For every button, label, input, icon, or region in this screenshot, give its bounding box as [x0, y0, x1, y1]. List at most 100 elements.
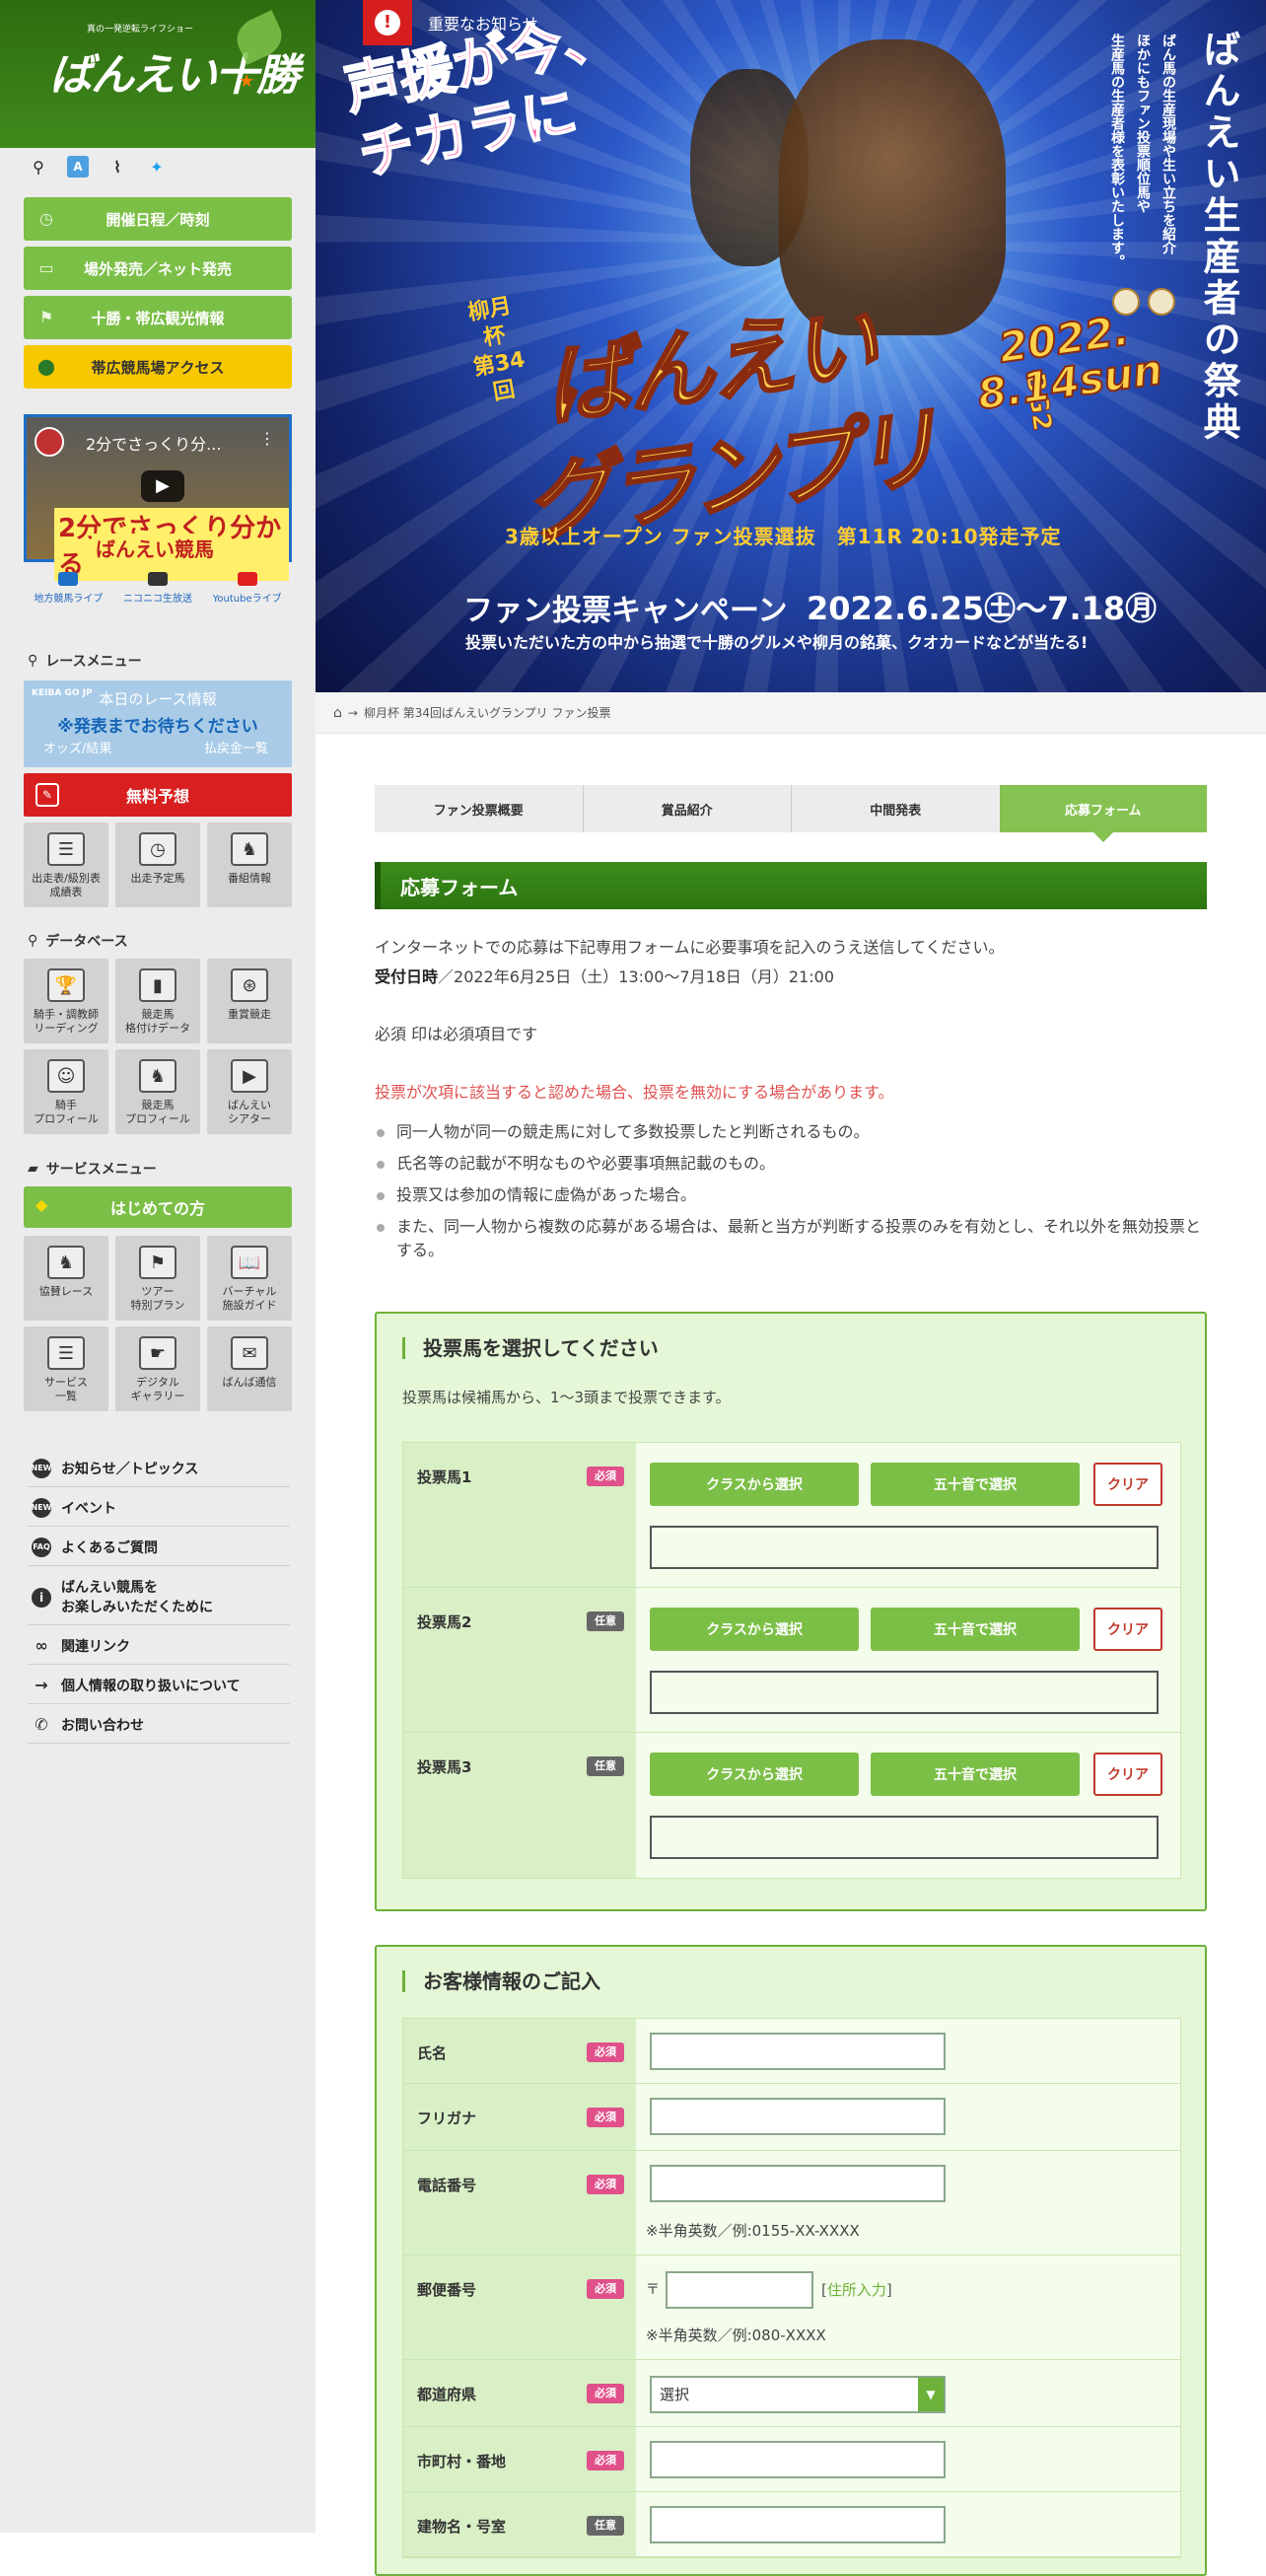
tile-jockey-profile[interactable]: ☺ 騎手 プロフィール	[24, 1049, 108, 1134]
page-tabs: ファン投票概要 賞品紹介 中間発表 応募フォーム	[375, 785, 1207, 842]
tile-label: バーチャル 施設ガイド	[222, 1285, 277, 1312]
select-by-class-button[interactable]: クラスから選択	[650, 1463, 859, 1506]
off-track-sales-button[interactable]: ▭ 場外発売／ネット発売	[24, 247, 292, 290]
link-faq[interactable]: FAQ よくあるご質問	[28, 1529, 290, 1566]
ticket-icon: ▭	[38, 258, 54, 277]
name-field[interactable]	[650, 2033, 946, 2070]
selected-horse-field[interactable]	[650, 1671, 1159, 1714]
required-badge: 必須	[587, 1467, 624, 1486]
tile-label: サービス 一覧	[44, 1376, 88, 1402]
new-icon: NEW	[32, 1497, 52, 1518]
building-field[interactable]	[650, 2506, 946, 2543]
link-enjoy[interactable]: i ばんえい競馬を お楽しみいただくために	[28, 1570, 290, 1625]
tile-gallery[interactable]: ☛ デジタル ギャラリー	[115, 1326, 200, 1411]
tourism-label: 十勝・帯広観光情報	[91, 309, 225, 327]
city-field[interactable]	[650, 2441, 946, 2478]
tile-race-card[interactable]: ☰ 出走表/級別表 成績表	[24, 823, 108, 907]
new-icon: NEW	[32, 1458, 52, 1478]
select-by-class-button[interactable]: クラスから選択	[650, 1753, 859, 1796]
site-logo[interactable]: 真の一発逆転ライフショー ばんえい十勝 ★	[0, 0, 316, 148]
schedule-button-label: 開催日程／時刻	[106, 210, 210, 229]
tourism-button[interactable]: ⚑ 十勝・帯広観光情報	[24, 296, 292, 339]
race-info-panel[interactable]: KEIBA GO JP 本日のレース情報 ※発表までお待ちください オッズ/結果…	[24, 680, 292, 767]
bar-chart-icon: ▮	[139, 968, 176, 1002]
search-icon[interactable]: ⚲	[28, 156, 49, 178]
link-label: イベント	[61, 1500, 116, 1517]
tile-sponsor-race[interactable]: ♞ 協賛レース	[24, 1236, 108, 1321]
selected-horse-field[interactable]	[650, 1526, 1159, 1569]
selected-horse-field[interactable]	[650, 1816, 1159, 1859]
tile-ratings[interactable]: ▮ 競走馬 格付けデータ	[115, 959, 200, 1043]
zip-field[interactable]	[666, 2271, 813, 2309]
tile-theater[interactable]: ▶ ばんえい シアター	[207, 1049, 292, 1134]
live-link-label: ニコニコ生放送	[122, 594, 192, 605]
row-name: 氏名 必須	[403, 2019, 1180, 2084]
tab-overview[interactable]: ファン投票概要	[375, 785, 583, 832]
payout-link[interactable]: 払戻金一覧	[204, 738, 268, 756]
select-by-kana-button[interactable]: 五十音で選択	[871, 1753, 1080, 1796]
live-link-youtube[interactable]: Youtubeライブ	[213, 572, 282, 605]
tile-horse-profile[interactable]: ♞ 競走馬 プロフィール	[115, 1049, 200, 1134]
link-related[interactable]: ∞ 関連リンク	[28, 1627, 290, 1665]
play-icon[interactable]: ▶	[141, 470, 184, 502]
clear-button[interactable]: クリア	[1093, 1753, 1162, 1796]
access-button[interactable]: ⬤ 帯広競馬場アクセス	[24, 345, 292, 389]
tile-entries[interactable]: ◷ 出走予定馬	[115, 823, 200, 907]
vote-box-title: 投票馬を選択してください	[402, 1337, 659, 1359]
home-icon[interactable]: ⌂	[333, 705, 342, 721]
address-lookup-link[interactable]: [住所入力]	[821, 2279, 892, 2300]
more-options-icon[interactable]: ⋮	[259, 429, 275, 448]
tile-service-list[interactable]: ☰ サービス 一覧	[24, 1326, 108, 1411]
twitter-icon[interactable]: ✦	[146, 156, 168, 178]
furigana-field[interactable]	[650, 2098, 946, 2135]
required-note: 必須 印は必須項目です	[375, 1025, 538, 1043]
tile-graded-races[interactable]: ⊛ 重賞競走	[207, 959, 292, 1043]
phone-field[interactable]	[650, 2165, 946, 2202]
link-icon: ∞	[35, 1636, 48, 1655]
tile-label: ばんば通信	[222, 1376, 277, 1389]
odds-link[interactable]: オッズ/結果	[43, 738, 111, 756]
newsletter-icon: ✉	[231, 1336, 268, 1370]
live-links: 地方競馬ライブ ニコニコ生放送 Youtubeライブ	[24, 572, 292, 605]
translate-icon[interactable]: A	[67, 156, 89, 178]
tab-entry-form[interactable]: 応募フォーム	[999, 785, 1207, 842]
link-events[interactable]: NEW イベント	[28, 1489, 290, 1527]
prefecture-select[interactable]: 選択 ▼	[650, 2376, 946, 2413]
prediction-icon: ✎	[35, 783, 59, 807]
link-contact[interactable]: ✆ お問い合わせ	[28, 1706, 290, 1744]
address-lookup-label: 住所入力	[826, 2281, 886, 2299]
banner-campaign: ファン投票キャンペーン	[463, 594, 788, 628]
vote-table: 投票馬1 必須 クラスから選択 五十音で選択 クリア 投票馬2 任意 クラスから…	[402, 1442, 1181, 1879]
select-by-kana-button[interactable]: 五十音で選択	[871, 1463, 1080, 1506]
schedule-button[interactable]: ◷ 開催日程／時刻	[24, 197, 292, 241]
tile-newsletter[interactable]: ✉ ばんば通信	[207, 1326, 292, 1411]
phone-note: ※半角英数／例:0155-XX-XXXX	[646, 2222, 860, 2240]
service-menu-heading: ▰ サービスメニュー	[28, 1159, 157, 1179]
live-link-niconico[interactable]: ニコニコ生放送	[123, 572, 192, 605]
clear-button[interactable]: クリア	[1093, 1608, 1162, 1651]
chevron-down-icon: ▼	[918, 2378, 944, 2411]
free-prediction-button[interactable]: ✎ 無料予想	[24, 773, 292, 817]
trophy-icon: 🏆	[47, 968, 85, 1002]
vote-label: 投票馬2	[417, 1613, 472, 1631]
tile-leading[interactable]: 🏆 騎手・調教師 リーディング	[24, 959, 108, 1043]
link-privacy[interactable]: → 個人情報の取り扱いについて	[28, 1667, 290, 1704]
select-by-kana-button[interactable]: 五十音で選択	[871, 1608, 1080, 1651]
live-link-chihou[interactable]: 地方競馬ライブ	[34, 572, 103, 605]
tile-tour[interactable]: ⚑ ツアー 特別プラン	[115, 1236, 200, 1321]
tile-virtual-guide[interactable]: 📖 バーチャル 施設ガイド	[207, 1236, 292, 1321]
rss-icon[interactable]: ⌇	[106, 156, 128, 178]
clear-button[interactable]: クリア	[1093, 1463, 1162, 1506]
tile-label: 出走表/級別表 成績表	[32, 872, 101, 898]
free-prediction-label: 無料予想	[125, 787, 189, 806]
video-embed[interactable]: 2分でさっくり分... ⋮ ▶ 2分でさっくり分かる ばんえい競馬	[24, 414, 292, 581]
select-by-class-button[interactable]: クラスから選択	[650, 1608, 859, 1651]
breadcrumb-current: 柳月杯 第34回ばんえいグランプリ ファン投票	[363, 706, 611, 720]
link-label: よくあるご質問	[61, 1539, 158, 1556]
link-news[interactable]: NEW お知らせ／トピックス	[28, 1450, 290, 1487]
tile-label: デジタル ギャラリー	[130, 1376, 185, 1402]
tab-interim[interactable]: 中間発表	[791, 785, 1000, 832]
first-time-button[interactable]: ◆ はじめての方	[24, 1186, 292, 1228]
tile-program[interactable]: ♞ 番組情報	[207, 823, 292, 907]
tab-prizes[interactable]: 賞品紹介	[582, 785, 792, 832]
